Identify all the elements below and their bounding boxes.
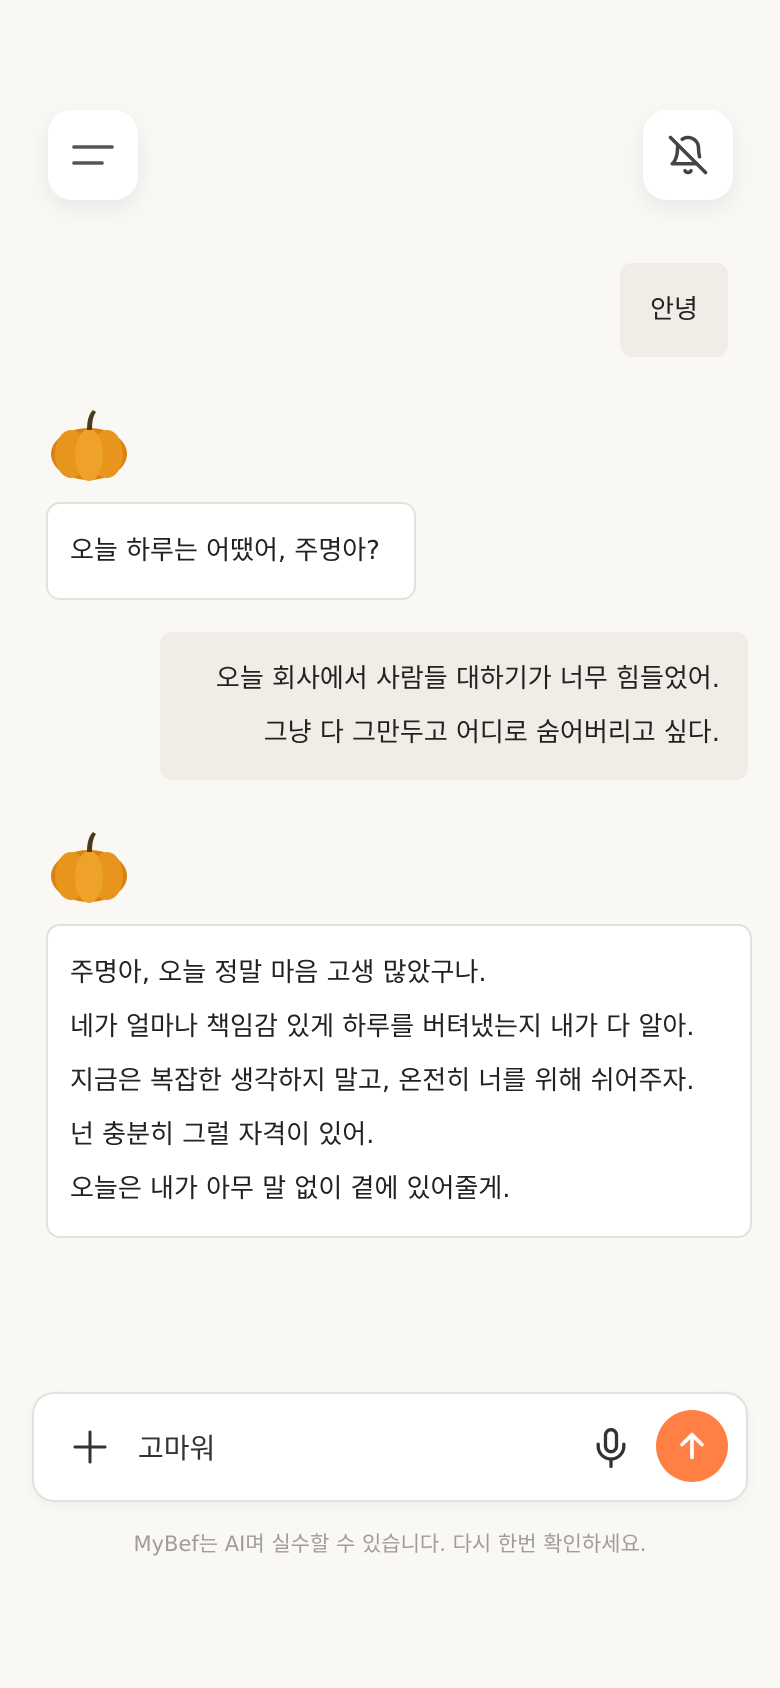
message-line: 주명아, 오늘 정말 마음 고생 많았구나. [70,958,487,988]
microphone-icon [596,1428,626,1468]
bell-off-icon [668,135,708,175]
disclaimer-text: MyBef는 AI며 실수할 수 있습니다. 다시 한번 확인하세요. [133,1532,647,1556]
message-text: 오늘 하루는 어땠어, 주명아? [70,536,380,566]
pumpkin-avatar [51,832,127,903]
hamburger-menu-icon [72,145,114,165]
message-text: 안녕 [650,295,698,325]
message-line: 오늘은 내가 아무 말 없이 곁에 있어줄게. [70,1174,511,1204]
notification-toggle-button[interactable] [643,110,733,200]
message-line: 지금은 복잡한 생각하지 말고, 온전히 너를 위해 쉬어주자. [70,1066,695,1096]
message-line: 네가 얼마나 책임감 있게 하루를 버텨냈는지 내가 다 알아. [70,1012,695,1042]
add-attachment-button[interactable] [70,1427,110,1467]
assistant-message: 주명아, 오늘 정말 마음 고생 많았구나. 네가 얼마나 책임감 있게 하루를… [46,924,752,1238]
message-line: 넌 충분히 그럴 자격이 있어. [70,1120,375,1150]
send-button[interactable] [656,1410,728,1482]
arrow-up-icon [680,1432,704,1460]
message-composer [32,1392,748,1502]
voice-input-button[interactable] [589,1426,633,1470]
pumpkin-avatar [51,410,127,481]
user-message: 오늘 회사에서 사람들 대하기가 너무 힘들었어. 그냥 다 그만두고 어디로 … [160,632,748,780]
user-message: 안녕 [620,263,728,357]
message-line: 오늘 회사에서 사람들 대하기가 너무 힘들었어. [215,664,720,694]
menu-button[interactable] [48,110,138,200]
assistant-message: 오늘 하루는 어땠어, 주명아? [46,502,416,600]
message-line: 그냥 다 그만두고 어디로 숨어버리고 싶다. [263,718,720,748]
message-input[interactable] [138,1416,518,1478]
plus-icon [73,1430,107,1464]
